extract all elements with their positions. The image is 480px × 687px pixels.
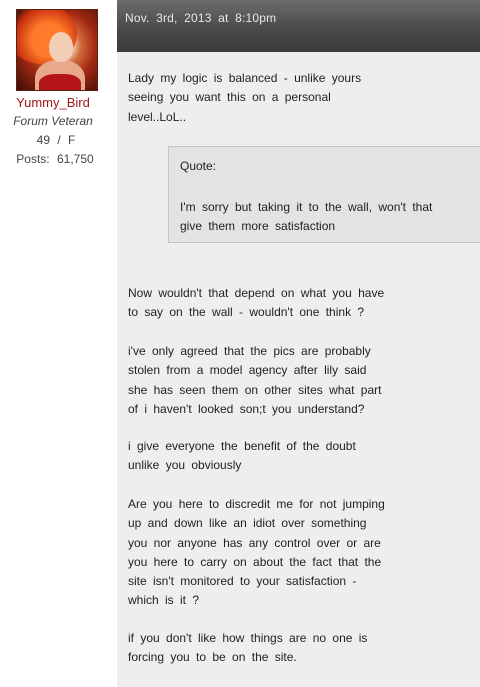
post-paragraph: Now wouldn't that depend on what you hav… xyxy=(128,286,385,320)
username-link[interactable]: Yummy_Bird xyxy=(0,95,106,110)
post-paragraph: i give everyone the benefit of the doubt… xyxy=(128,439,356,473)
post-date: Nov. 3rd, 2013 at 8:10pm xyxy=(125,11,277,25)
quote-label: Quote: xyxy=(180,159,217,173)
post-header: Nov. 3rd, 2013 at 8:10pm xyxy=(117,0,480,52)
post-paragraph: i've only agreed that the pics are proba… xyxy=(128,344,382,416)
post-paragraph: Are you here to discredit me for not jum… xyxy=(128,497,385,608)
user-age-gender: 49 / F xyxy=(36,133,76,147)
user-title: Forum Veteran xyxy=(13,114,93,128)
user-info-panel: Yummy_Bird Forum Veteran 49 / F Posts: 6… xyxy=(0,0,117,687)
post-intro: Lady my logic is balanced - unlike yours… xyxy=(128,71,362,124)
quote-block: Quote: I'm sorry but taking it to the wa… xyxy=(168,146,480,243)
avatar-dress xyxy=(39,74,81,90)
quote-text: I'm sorry but taking it to the wall, won… xyxy=(180,200,433,234)
avatar[interactable] xyxy=(16,9,98,91)
user-post-count: Posts: 61,750 xyxy=(16,152,94,166)
post-paragraph: if you don't like how things are no one … xyxy=(128,631,368,665)
avatar-face xyxy=(49,32,73,62)
post-body: Lady my logic is balanced - unlike yours… xyxy=(117,52,480,687)
